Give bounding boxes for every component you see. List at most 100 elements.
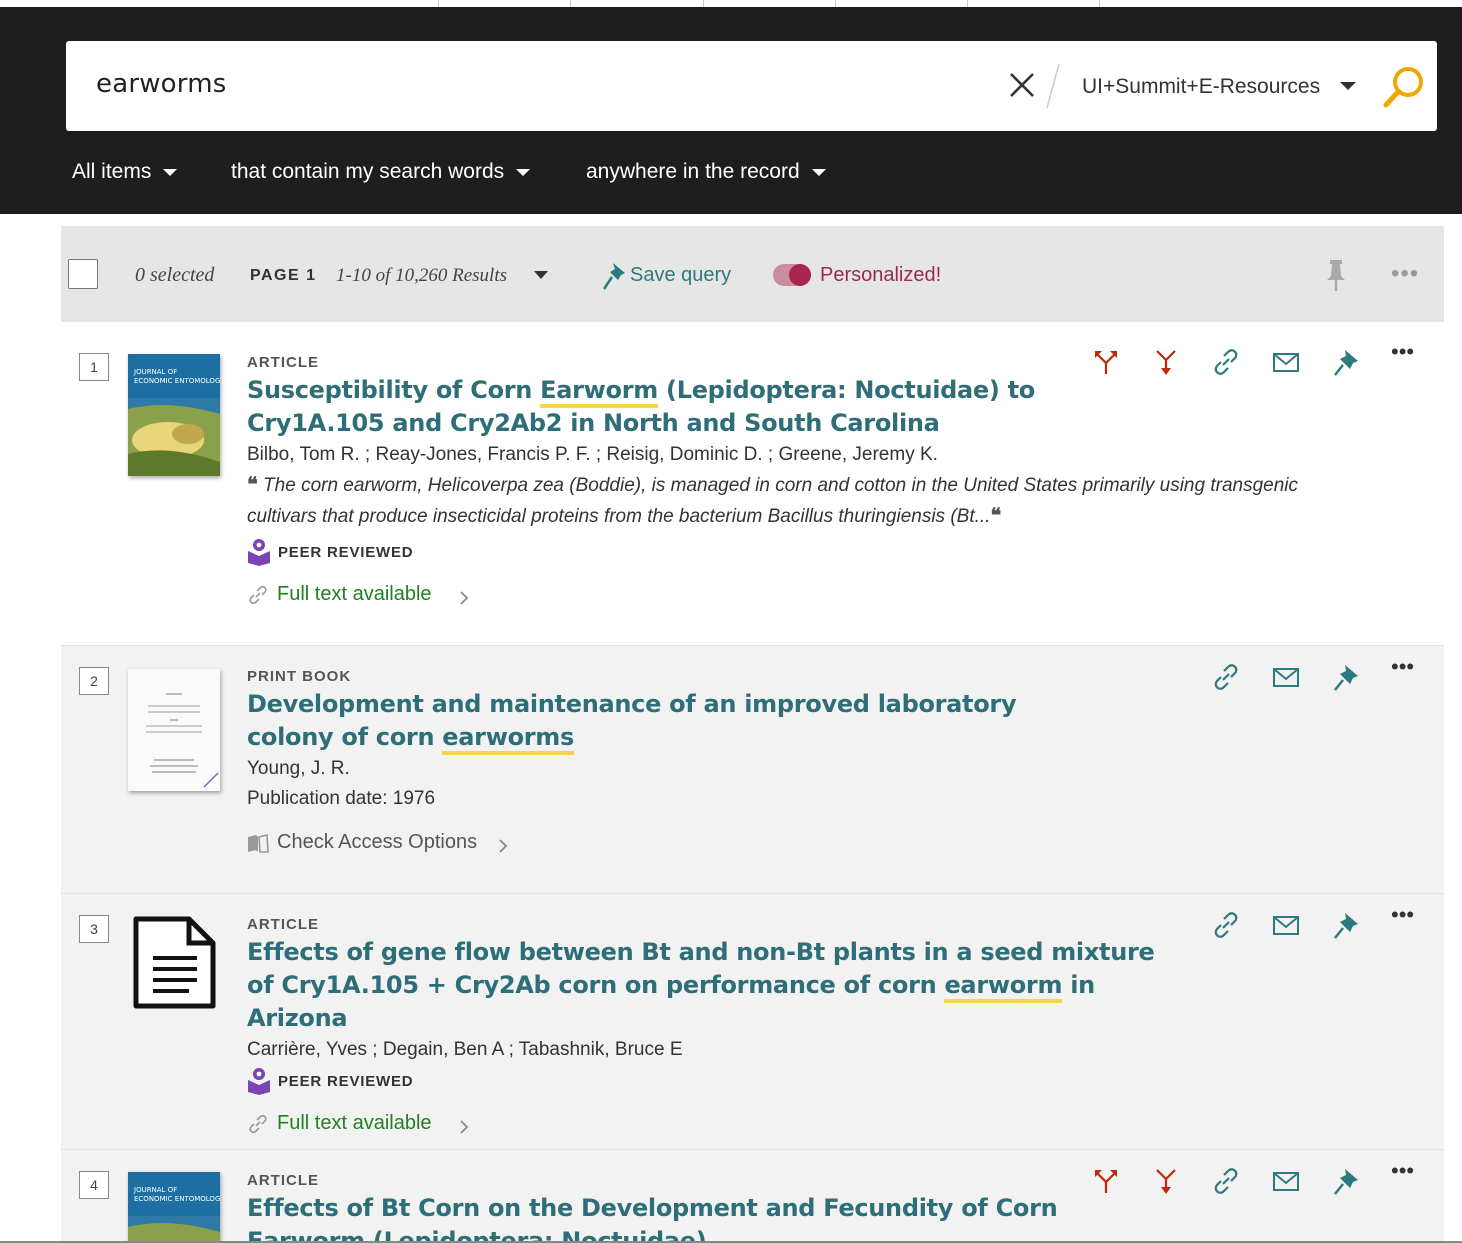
filter-label: All items [72, 160, 152, 183]
results-toolbar: 0 selected PAGE 1 1-10 of 10,260 Results… [61, 226, 1444, 322]
publication-date: Publication date: 1976 [247, 788, 436, 809]
mail-icon[interactable] [1271, 910, 1301, 940]
result-actions: ••• [1091, 341, 1421, 377]
select-all-checkbox[interactable] [68, 259, 98, 289]
citation-trail-icon[interactable] [1091, 347, 1121, 377]
page-indicator: PAGE 1 [250, 267, 317, 284]
search-bar: earworms UI+Summit+E-Resources [66, 41, 1437, 131]
title-highlight: earworm [944, 971, 1062, 1003]
svg-text:JOURNAL OF: JOURNAL OF [133, 368, 177, 376]
result-title[interactable]: Effects of Bt Corn on the Development an… [247, 1192, 1107, 1241]
result-number: 3 [79, 915, 109, 943]
link-icon[interactable] [1211, 662, 1241, 692]
title-text: Development and maintenance of an improv… [247, 690, 1017, 751]
quote-icon: ❝ [247, 474, 258, 496]
full-text-link[interactable]: Full text available [247, 582, 1327, 610]
result-authors: Carrière, Yves ; Degain, Ben A ; Tabashn… [247, 1039, 683, 1060]
snippet-text: The corn earworm, Helicoverpa zea (Boddi… [247, 475, 1299, 527]
result-item: 2 PRINT BOOK Development and maintenance… [61, 645, 1444, 893]
result-content: PRINT BOOK Development and maintenance o… [247, 668, 1327, 858]
result-content: ARTICLE Effects of gene flow between Bt … [247, 916, 1327, 1139]
document-icon[interactable] [133, 916, 217, 1010]
strip-divider [438, 0, 439, 7]
personalized-label: Personalized! [820, 264, 942, 286]
filter-field[interactable]: anywhere in the record [586, 160, 826, 184]
mail-icon[interactable] [1271, 1166, 1301, 1196]
title-text: (Lepidoptera: Noctuidae) [364, 1227, 707, 1241]
more-icon[interactable]: ••• [1391, 904, 1421, 940]
link-icon[interactable] [1211, 347, 1241, 377]
result-authors: Young, J. R. [247, 758, 350, 779]
strip-divider [570, 0, 571, 7]
scope-select[interactable]: UI+Summit+E-Resources [1082, 75, 1320, 99]
more-icon[interactable]: ••• [1391, 260, 1419, 288]
pin-icon[interactable] [1331, 1166, 1361, 1196]
book-cover-thumbnail[interactable] [128, 669, 220, 791]
peer-reviewed-badge: PEER REVIEWED [247, 538, 1327, 566]
peer-reviewed-icon [248, 539, 270, 566]
result-item: 4 JOURNAL OF ECONOMIC ENTOMOLOGY ARTICLE… [61, 1149, 1444, 1241]
pin-icon[interactable] [1331, 662, 1361, 692]
check-access-link[interactable]: Check Access Options [247, 830, 1327, 858]
link-icon [249, 585, 267, 605]
personalize-toggle[interactable] [773, 264, 811, 286]
link-icon[interactable] [1211, 1166, 1241, 1196]
divider [1046, 63, 1060, 109]
result-content: ARTICLE Susceptibility of Corn Earworm (… [247, 354, 1327, 610]
title-text: Susceptibility of Corn [247, 376, 541, 404]
results-count[interactable]: 1-10 of 10,260 Results [336, 265, 507, 287]
result-title[interactable]: Susceptibility of Corn Earworm (Lepidopt… [247, 374, 1107, 440]
link-icon[interactable] [1211, 910, 1241, 940]
filter-material-type[interactable]: All items [72, 160, 178, 184]
save-query-label: Save query [630, 264, 732, 286]
pin-icon [602, 263, 625, 290]
search-input[interactable]: earworms [96, 69, 227, 99]
result-title[interactable]: Effects of gene flow between Bt and non-… [247, 936, 1187, 1035]
result-item: 1 JOURNAL OF ECONOMIC ENTOMOLOGY ARTICLE… [61, 322, 1444, 645]
result-item: 3 ARTICLE Effects of gene flow between B… [61, 893, 1444, 1149]
filter-label: that contain my search words [231, 160, 505, 183]
journal-cover-thumbnail[interactable]: JOURNAL OF ECONOMIC ENTOMOLOGY [128, 1172, 220, 1241]
result-actions: ••• [1211, 656, 1421, 692]
svg-text:ECONOMIC ENTOMOLOGY: ECONOMIC ENTOMOLOGY [134, 1195, 220, 1203]
chevron-right-icon [460, 1120, 469, 1134]
chevron-down-icon[interactable] [1340, 82, 1356, 90]
top-strip [0, 0, 1462, 7]
pin-icon[interactable] [1323, 258, 1349, 297]
peer-reviewed-label: PEER REVIEWED [278, 544, 414, 561]
book-icon [248, 833, 269, 853]
link-icon [249, 1114, 267, 1134]
result-actions: ••• [1211, 904, 1421, 940]
result-title[interactable]: Development and maintenance of an improv… [247, 688, 1107, 755]
search-icon[interactable] [1382, 65, 1426, 109]
more-icon[interactable]: ••• [1391, 1160, 1421, 1196]
chevron-down-icon[interactable] [534, 271, 548, 279]
result-number: 2 [79, 667, 109, 695]
strip-divider [835, 0, 836, 7]
quote-icon: ❝ [990, 505, 1002, 527]
result-number: 4 [79, 1171, 109, 1199]
resource-type: PRINT BOOK [247, 668, 352, 685]
journal-cover-thumbnail[interactable]: JOURNAL OF ECONOMIC ENTOMOLOGY [128, 354, 220, 476]
pin-icon[interactable] [1331, 347, 1361, 377]
citation-trail-icon[interactable] [1091, 1166, 1121, 1196]
pin-icon[interactable] [1331, 910, 1361, 940]
search-header: earworms UI+Summit+E-Resources All items… [0, 7, 1462, 214]
filter-precision[interactable]: that contain my search words [231, 160, 531, 184]
close-icon[interactable] [1006, 69, 1038, 101]
access-label: Check Access Options [277, 831, 478, 853]
more-icon[interactable]: ••• [1391, 341, 1421, 377]
citation-trail-down-icon[interactable] [1151, 347, 1181, 377]
peer-reviewed-icon [248, 1068, 270, 1095]
mail-icon[interactable] [1271, 662, 1301, 692]
mail-icon[interactable] [1271, 347, 1301, 377]
more-icon[interactable]: ••• [1391, 656, 1421, 692]
chevron-down-icon [516, 168, 531, 176]
strip-divider [703, 0, 704, 7]
full-text-link[interactable]: Full text available [247, 1111, 1327, 1139]
svg-text:ECONOMIC ENTOMOLOGY: ECONOMIC ENTOMOLOGY [134, 377, 220, 385]
citation-trail-down-icon[interactable] [1151, 1166, 1181, 1196]
access-label: Full text available [277, 583, 432, 605]
filter-label: anywhere in the record [586, 160, 800, 183]
result-authors: Bilbo, Tom R. ; Reay-Jones, Francis P. F… [247, 444, 938, 465]
